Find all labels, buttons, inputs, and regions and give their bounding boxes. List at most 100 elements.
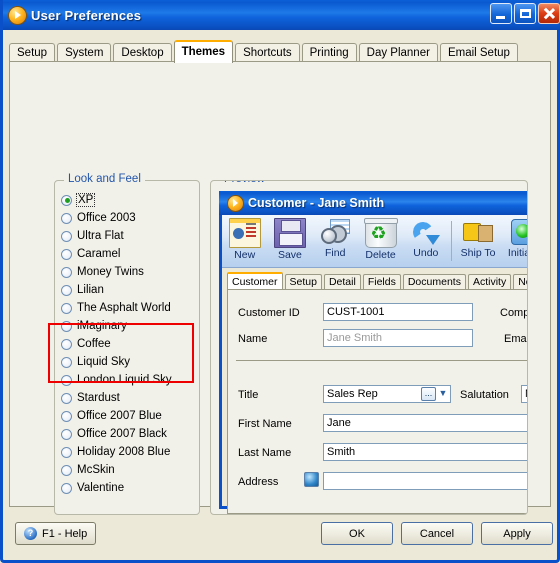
theme-option-office-2007-blue[interactable]: Office 2007 Blue bbox=[55, 407, 199, 425]
radio-button-icon[interactable] bbox=[61, 338, 72, 350]
customer-id-label: Customer ID bbox=[238, 307, 300, 319]
theme-option-caramel[interactable]: Caramel bbox=[55, 245, 199, 263]
radio-button-icon[interactable] bbox=[61, 194, 72, 206]
maximize-button[interactable] bbox=[514, 3, 536, 24]
radio-button-icon[interactable] bbox=[61, 230, 72, 242]
preview-tab-fields[interactable]: Fields bbox=[362, 274, 401, 289]
toolbar-button-new[interactable]: New bbox=[222, 215, 267, 267]
toolbar-button-ship-to[interactable]: Ship To bbox=[455, 215, 500, 267]
radio-button-icon[interactable] bbox=[61, 392, 72, 404]
theme-option-valentine[interactable]: Valentine bbox=[55, 479, 199, 497]
themes-page: Look and Feel XP Office 2003 Ultra Flat Car… bbox=[9, 61, 551, 515]
last-name-input[interactable]: Smith bbox=[323, 443, 527, 461]
preview-tab-detail[interactable]: Detail bbox=[323, 274, 361, 289]
preview-tab-activity[interactable]: Activity bbox=[467, 274, 512, 289]
tab-day-planner[interactable]: Day Planner bbox=[358, 43, 438, 62]
preview-tab-no[interactable]: No bbox=[513, 274, 527, 289]
main-tab-strip: Setup System Desktop Themes Shortcuts Printin… bbox=[9, 40, 520, 63]
toolbar-button-label: Save bbox=[277, 249, 302, 261]
preview-title-bar: Customer - Jane Smith bbox=[219, 191, 527, 215]
theme-option-label: Money Twins bbox=[77, 266, 144, 278]
theme-option-ultra-flat[interactable]: Ultra Flat bbox=[55, 227, 199, 245]
theme-option-imaginary[interactable]: iMaginary bbox=[55, 317, 199, 335]
user-preferences-window: User Preferences Setup System Desktop Theme… bbox=[0, 0, 560, 563]
minimize-button[interactable] bbox=[490, 3, 512, 24]
tab-themes[interactable]: Themes bbox=[173, 40, 234, 63]
app-orb-icon bbox=[9, 6, 26, 24]
radio-button-icon[interactable] bbox=[61, 464, 72, 476]
new-record-icon bbox=[228, 218, 261, 248]
theme-option-the-asphalt-world[interactable]: The Asphalt World bbox=[55, 299, 199, 317]
tab-email-setup[interactable]: Email Setup bbox=[439, 43, 518, 62]
theme-option-coffee[interactable]: Coffee bbox=[55, 335, 199, 353]
radio-button-icon[interactable] bbox=[61, 410, 72, 422]
tab-system[interactable]: System bbox=[57, 43, 112, 62]
recycle-bin-icon bbox=[363, 218, 398, 248]
radio-button-icon[interactable] bbox=[61, 320, 72, 332]
help-button[interactable]: ? F1 - Help bbox=[15, 522, 97, 545]
theme-option-liquid-sky[interactable]: Liquid Sky bbox=[55, 353, 199, 371]
radio-button-icon[interactable] bbox=[61, 356, 72, 368]
salutation-input[interactable]: M bbox=[521, 385, 527, 403]
theme-option-stardust[interactable]: Stardust bbox=[55, 389, 199, 407]
tab-printing[interactable]: Printing bbox=[301, 43, 357, 62]
tab-desktop[interactable]: Desktop bbox=[113, 43, 172, 62]
radio-button-icon[interactable] bbox=[61, 446, 72, 458]
title-ellipsis-button[interactable]: ... bbox=[421, 387, 436, 401]
radio-button-icon[interactable] bbox=[61, 212, 72, 224]
chevron-down-icon[interactable]: ▼ bbox=[436, 387, 450, 401]
radio-button-icon[interactable] bbox=[61, 302, 72, 314]
theme-option-london-liquid-sky[interactable]: London Liquid Sky bbox=[55, 371, 199, 389]
customer-id-input[interactable]: CUST-1001 bbox=[323, 303, 473, 321]
question-mark-icon: ? bbox=[24, 527, 37, 540]
theme-option-mcskin[interactable]: McSkin bbox=[55, 461, 199, 479]
toolbar-button-undo[interactable]: Undo bbox=[403, 215, 448, 267]
preview-group: Preview Customer - Jane Smith New Save Fin… bbox=[210, 180, 528, 515]
radio-button-icon[interactable] bbox=[61, 428, 72, 440]
globe-icon[interactable] bbox=[304, 472, 319, 487]
radio-button-icon[interactable] bbox=[61, 266, 72, 278]
address-input[interactable] bbox=[323, 472, 527, 490]
window-controls bbox=[490, 3, 560, 24]
toolbar-button-initiate[interactable]: Initiate bbox=[501, 215, 527, 267]
radio-button-icon[interactable] bbox=[61, 248, 72, 260]
theme-option-label: London Liquid Sky bbox=[77, 374, 172, 386]
theme-option-label: Office 2003 bbox=[77, 212, 136, 224]
radio-button-icon[interactable] bbox=[61, 482, 72, 494]
tab-setup[interactable]: Setup bbox=[9, 43, 56, 62]
theme-option-label: Liquid Sky bbox=[77, 356, 131, 368]
theme-option-office-2007-black[interactable]: Office 2007 Black bbox=[55, 425, 199, 443]
theme-option-money-twins[interactable]: Money Twins bbox=[55, 263, 199, 281]
look-and-feel-legend: Look and Feel bbox=[64, 173, 145, 185]
toolbar-button-find[interactable]: Find bbox=[313, 215, 358, 267]
close-button[interactable] bbox=[538, 3, 560, 24]
first-name-input[interactable]: Jane bbox=[323, 414, 527, 432]
theme-option-lilian[interactable]: Lilian bbox=[55, 281, 199, 299]
radio-button-icon[interactable] bbox=[61, 374, 72, 386]
help-button-label: F1 - Help bbox=[42, 527, 88, 540]
cancel-button[interactable]: Cancel bbox=[401, 522, 473, 545]
preview-tab-customer[interactable]: Customer bbox=[227, 272, 283, 290]
address-label: Address bbox=[238, 476, 279, 488]
name-input[interactable]: Jane Smith bbox=[323, 329, 473, 347]
toolbar-button-save[interactable]: Save bbox=[267, 215, 312, 267]
apply-button[interactable]: Apply bbox=[481, 522, 553, 545]
preview-app-orb-icon bbox=[228, 195, 243, 211]
theme-option-office-2003[interactable]: Office 2003 bbox=[55, 209, 199, 227]
tab-shortcuts[interactable]: Shortcuts bbox=[235, 43, 300, 62]
ok-button[interactable]: OK bbox=[321, 522, 393, 545]
theme-option-xp[interactable]: XP bbox=[55, 191, 199, 209]
radio-button-icon[interactable] bbox=[61, 284, 72, 296]
preview-legend: Preview bbox=[220, 181, 269, 185]
preview-tab-documents[interactable]: Documents bbox=[402, 274, 466, 289]
floppy-disk-icon bbox=[273, 218, 306, 248]
theme-option-label: Office 2007 Black bbox=[77, 428, 167, 440]
preview-form: Customer ID CUST-1001 Compa Name Jane Sm… bbox=[227, 289, 527, 514]
title-combobox-value: Sales Rep bbox=[327, 388, 378, 400]
preview-tab-setup[interactable]: Setup bbox=[284, 274, 322, 289]
undo-arrow-icon bbox=[411, 218, 441, 246]
toolbar-button-delete[interactable]: Delete bbox=[358, 215, 403, 267]
toolbar-button-label: Find bbox=[325, 247, 346, 259]
theme-option-holiday-2008-blue[interactable]: Holiday 2008 Blue bbox=[55, 443, 199, 461]
title-combobox[interactable]: Sales Rep ... ▼ bbox=[323, 385, 451, 403]
